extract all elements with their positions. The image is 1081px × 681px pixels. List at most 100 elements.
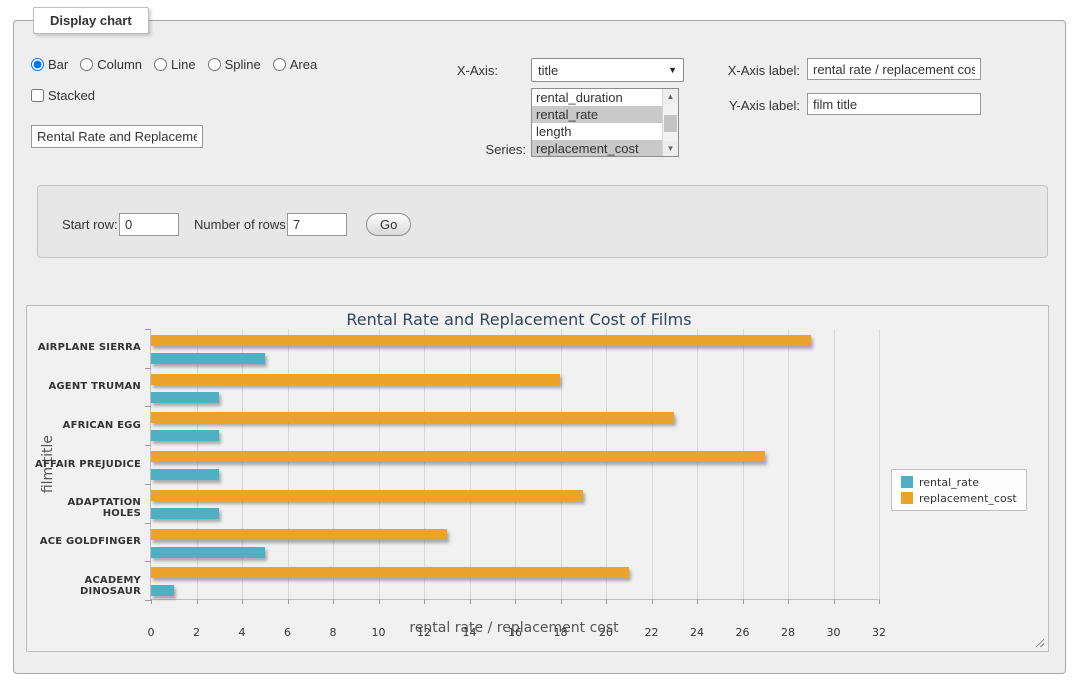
start-row-caption: Start row: [62,217,118,232]
chart-panel: Rental Rate and Replacement Cost of Film… [26,305,1049,652]
series-option-rental_duration[interactable]: rental_duration [532,89,662,106]
stacked-checkbox[interactable] [31,89,44,102]
gridline [879,329,880,599]
row-controls-panel: Start row: Number of rows: Go [37,185,1048,258]
gridline [561,329,562,599]
chart-type-option-area: Area [273,57,317,72]
chart-type-radio-bar[interactable] [31,58,44,71]
chart-type-label: Spline [225,57,261,72]
bar-replacement_cost[interactable] [151,567,629,578]
legend-label: replacement_cost [919,492,1017,505]
gridline [788,329,789,599]
y-axis-label-input[interactable] [807,93,981,115]
chart-type-option-bar: Bar [31,57,68,72]
chart-type-radio-column[interactable] [80,58,93,71]
x-tick-mark [379,599,380,604]
x-axis-select[interactable]: title ▼ [531,58,684,82]
fieldset-legend: Display chart [33,7,149,34]
chart-title: Rental Rate and Replacement Cost of Film… [27,310,1011,329]
series-caption: Series: [461,142,526,157]
gridline [515,329,516,599]
x-tick-mark [242,599,243,604]
legend-item-replacement_cost[interactable]: replacement_cost [901,490,1017,506]
x-axis-caption: X-Axis: [431,63,498,78]
chart-type-radio-spline[interactable] [208,58,221,71]
bar-replacement_cost[interactable] [151,451,765,462]
legend-item-rental_rate[interactable]: rental_rate [901,474,1017,490]
x-tick-mark [288,599,289,604]
chart-type-radio-area[interactable] [273,58,286,71]
scrollbar-track[interactable] [663,104,678,141]
stacked-label-text: Stacked [48,88,95,103]
num-rows-caption: Number of rows: [194,217,289,232]
x-axis-label-input[interactable] [807,58,981,80]
bar-replacement_cost[interactable] [151,529,447,540]
series-scrollbar[interactable]: ▲ ▼ [662,89,678,156]
bar-rental_rate[interactable] [151,585,174,596]
category-label: AFRICAN EGG [31,420,141,431]
chart-title-input[interactable] [31,125,203,148]
series-option-length[interactable]: length [532,123,662,140]
bar-rental_rate[interactable] [151,430,219,441]
x-tick-mark [606,599,607,604]
scroll-down-icon[interactable]: ▼ [663,141,678,156]
category-label: AGENT TRUMAN [31,381,141,392]
x-tick-mark [788,599,789,604]
category-label: ADAPTATION HOLES [31,497,141,519]
chart-type-label: Area [290,57,317,72]
legend-swatch [901,492,913,504]
category-label: AFFAIR PREJUDICE [31,459,141,470]
display-chart-fieldset: Display chart BarColumnLineSplineArea St… [13,20,1066,674]
x-tick-mark [743,599,744,604]
x-tick-mark [197,599,198,604]
bar-rental_rate[interactable] [151,353,265,364]
gridline [834,329,835,599]
x-axis-selected-value: title [538,63,558,78]
start-row-input[interactable] [119,213,179,236]
bar-replacement_cost[interactable] [151,490,583,501]
scroll-up-icon[interactable]: ▲ [663,89,678,104]
gridline [333,329,334,599]
y-tick-mark [145,523,151,524]
x-tick-mark [424,599,425,604]
scrollbar-thumb[interactable] [664,115,677,132]
gridline [288,329,289,599]
y-tick-mark [145,368,151,369]
bar-rental_rate[interactable] [151,508,219,519]
series-option-rental_rate[interactable]: rental_rate [532,106,662,123]
bar-replacement_cost[interactable] [151,374,560,385]
bar-replacement_cost[interactable] [151,335,811,346]
go-button[interactable]: Go [366,213,411,236]
bar-rental_rate[interactable] [151,392,219,403]
plot-area: 02468101214161820222426283032AIRPLANE SI… [150,329,878,600]
x-tick-mark [333,599,334,604]
series-options: rental_durationrental_ratelengthreplacem… [532,89,662,156]
chevron-down-icon: ▼ [668,65,677,75]
bar-rental_rate[interactable] [151,469,219,480]
x-axis-title: rental rate / replacement cost [150,620,878,636]
x-tick-mark [470,599,471,604]
num-rows-input[interactable] [287,213,347,236]
bar-rental_rate[interactable] [151,547,265,558]
x-tick-mark [879,599,880,604]
bar-replacement_cost[interactable] [151,412,674,423]
x-tick-mark [697,599,698,604]
chart-type-radio-group: Bar Column Line Spline Area [31,57,325,72]
x-tick-mark [561,599,562,604]
x-tick-mark [515,599,516,604]
series-listbox[interactable]: rental_durationrental_ratelengthreplacem… [531,88,679,157]
chart-type-radio-line[interactable] [154,58,167,71]
y-tick-mark [145,600,151,601]
chart-type-label: Column [97,57,142,72]
series-option-replacement_cost[interactable]: replacement_cost [532,140,662,156]
chart-type-label: Bar [48,57,68,72]
resize-handle-icon[interactable] [1033,636,1044,647]
gridline [470,329,471,599]
x-tick-mark [151,599,152,604]
chart-type-label: Line [171,57,196,72]
chart-legend: rental_rate replacement_cost [891,469,1027,511]
category-label: AIRPLANE SIERRA [31,342,141,353]
chart-type-option-column: Column [80,57,142,72]
y-tick-mark [145,484,151,485]
x-tick-mark [652,599,653,604]
